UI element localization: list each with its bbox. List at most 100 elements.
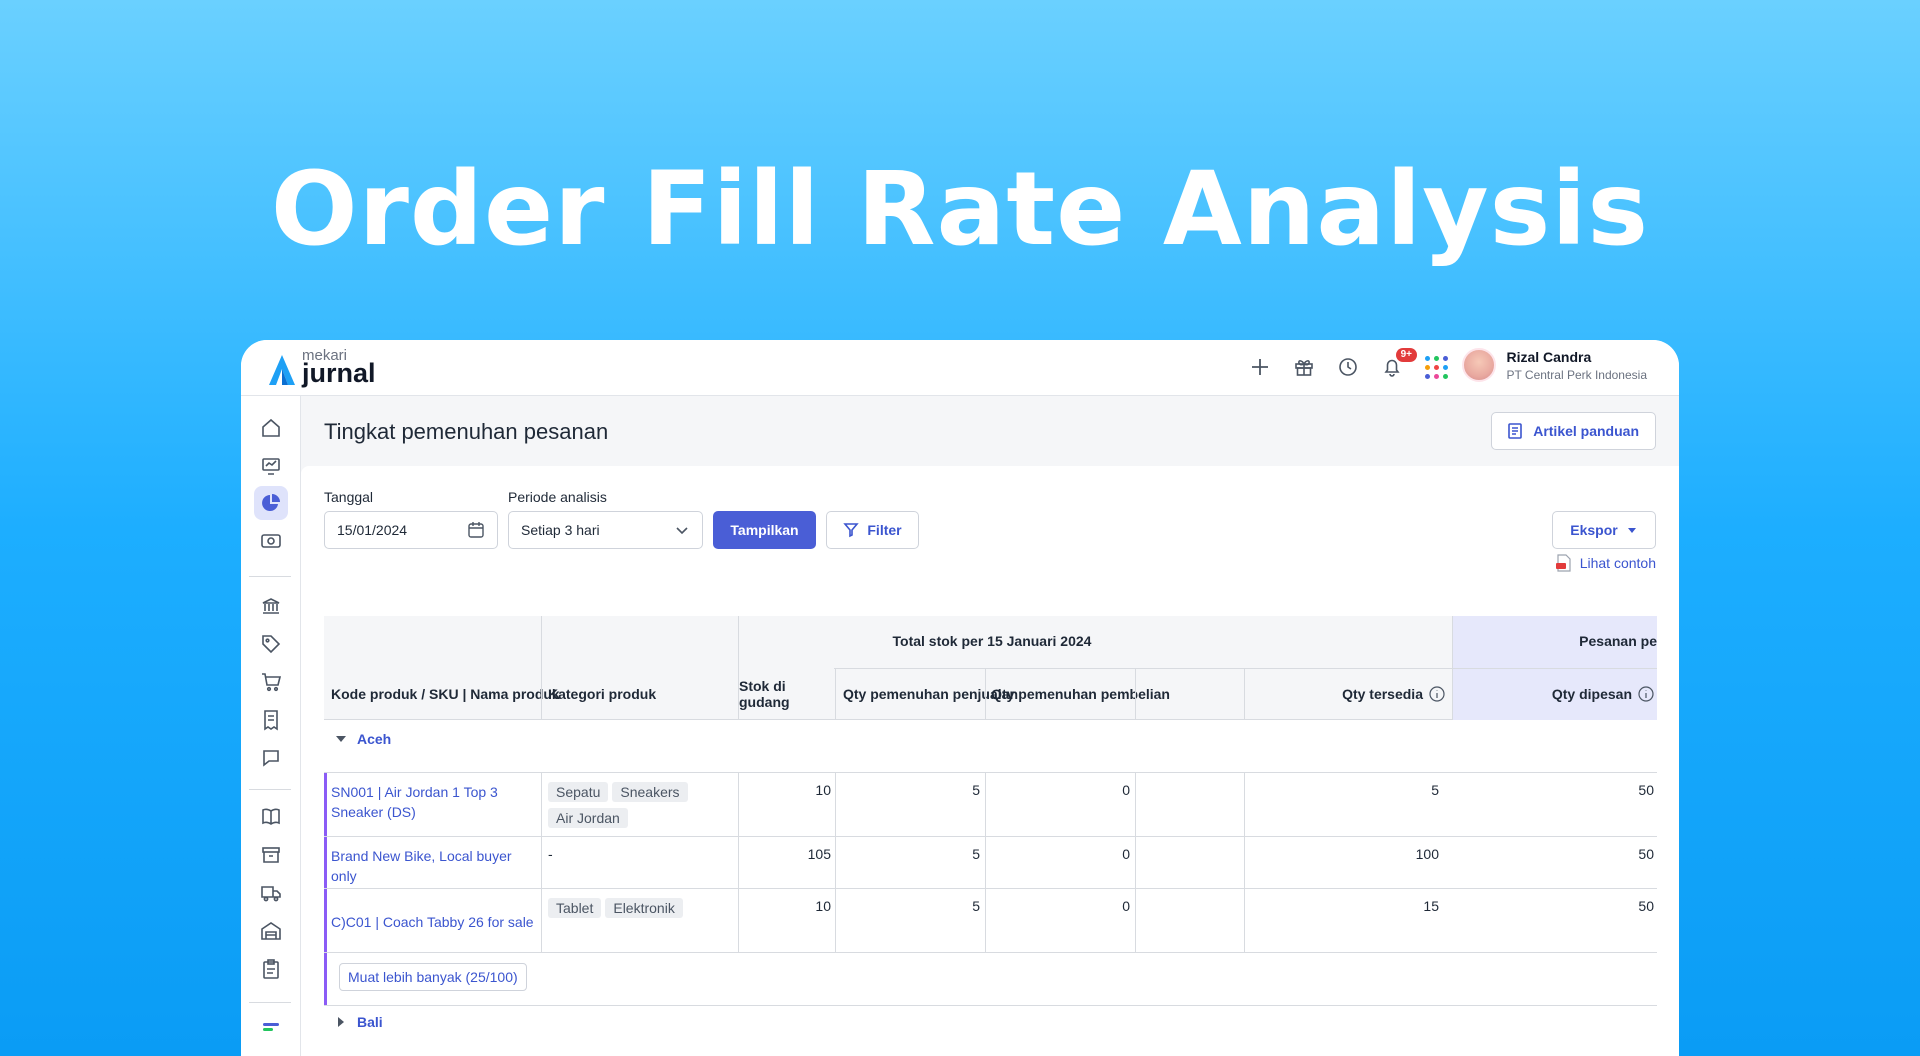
fill-rate-table: Kode produk / SKU | Nama produk Kategori… bbox=[324, 616, 1657, 1056]
group-accent-bar bbox=[324, 773, 327, 1006]
stock-value: 10 bbox=[815, 782, 831, 798]
group-name: Aceh bbox=[357, 731, 392, 747]
product-link[interactable]: SN001 | Air Jordan 1 Top 3 Sneaker (DS) bbox=[331, 782, 536, 822]
archive-icon[interactable] bbox=[254, 838, 288, 872]
chat-icon[interactable] bbox=[254, 741, 288, 775]
col-purchase-fill[interactable]: Qty pemenuhan pembelian bbox=[989, 682, 1170, 706]
stock-value: 10 bbox=[815, 898, 831, 914]
category-tag: Sneakers bbox=[612, 782, 688, 802]
purchase-fill-value: 0 bbox=[1122, 898, 1130, 914]
content-area: Tingkat pemenuhan pesanan Artikel pandua… bbox=[301, 396, 1679, 1056]
stock-group-header: Total stok per 15 Januari 2024 bbox=[892, 633, 1092, 649]
gift-icon[interactable] bbox=[1291, 354, 1317, 380]
category-tag: Air Jordan bbox=[548, 808, 628, 828]
category-tags: Tablet Elektronik bbox=[548, 898, 733, 924]
load-more-button[interactable]: Muat lebih banyak (25/100) bbox=[339, 963, 527, 991]
category-text: - bbox=[548, 846, 553, 862]
col-ordered-label: Qty dipesan bbox=[1551, 686, 1632, 702]
col-stock[interactable]: Stok di gudang bbox=[739, 678, 835, 710]
filter-button-label: Filter bbox=[867, 522, 902, 538]
example-link[interactable]: Lihat contoh bbox=[1555, 554, 1656, 572]
user-company: PT Central Perk Indonesia bbox=[1506, 367, 1647, 382]
filter-button[interactable]: Filter bbox=[826, 511, 919, 549]
ordered-value: 50 bbox=[1638, 782, 1654, 798]
avatar bbox=[1462, 348, 1497, 382]
guide-button-label: Artikel panduan bbox=[1533, 423, 1639, 439]
product-link[interactable]: C)C01 | Coach Tabby 26 for sale bbox=[331, 912, 536, 932]
export-button-label: Ekspor bbox=[1570, 522, 1618, 538]
purchase-fill-value: 0 bbox=[1122, 846, 1130, 862]
document-icon bbox=[1508, 423, 1523, 439]
group-toggle-aceh[interactable]: Aceh bbox=[335, 731, 391, 747]
caret-right-icon bbox=[338, 1017, 344, 1027]
period-label: Periode analisis bbox=[508, 489, 607, 505]
bell-icon[interactable]: 9+ bbox=[1379, 348, 1417, 380]
sales-fill-value: 5 bbox=[972, 898, 980, 914]
example-link-label: Lihat contoh bbox=[1579, 555, 1656, 571]
page-title: Tingkat pemenuhan pesanan bbox=[324, 419, 609, 444]
col-product[interactable]: Kode produk / SKU | Nama produk bbox=[331, 682, 560, 706]
period-select[interactable]: Setiap 3 hari bbox=[508, 511, 703, 549]
product-link[interactable]: Brand New Bike, Local buyer only bbox=[331, 846, 536, 886]
cash-icon[interactable] bbox=[254, 524, 288, 558]
logo-icon bbox=[269, 355, 295, 385]
purchase-fill-value: 0 bbox=[1122, 782, 1130, 798]
clock-icon[interactable] bbox=[1335, 354, 1361, 380]
group-toggle-bali[interactable]: Bali bbox=[335, 1014, 383, 1030]
tag-icon[interactable] bbox=[254, 627, 288, 661]
info-icon[interactable] bbox=[1638, 686, 1654, 702]
guide-article-button[interactable]: Artikel panduan bbox=[1491, 412, 1656, 450]
caret-down-icon bbox=[336, 736, 346, 742]
user-name: Rizal Candra bbox=[1506, 348, 1592, 365]
top-bar: mekari jurnal 9+ Rizal Candra PT Central… bbox=[241, 340, 1679, 396]
truck-icon[interactable] bbox=[254, 876, 288, 910]
report-panel: Tanggal 15/01/2024 Periode analisis Seti… bbox=[301, 466, 1679, 1056]
category-tag: Elektronik bbox=[605, 898, 683, 918]
notification-badge: 9+ bbox=[1395, 348, 1417, 362]
available-value: 100 bbox=[1415, 846, 1439, 862]
receipt-icon[interactable] bbox=[254, 703, 288, 737]
home-icon[interactable] bbox=[254, 411, 288, 445]
col-available[interactable]: Qty tersedia bbox=[1173, 682, 1445, 706]
col-available-label: Qty tersedia bbox=[1342, 686, 1423, 702]
available-value: 5 bbox=[1431, 782, 1439, 798]
logo-big-text: jurnal bbox=[302, 358, 376, 388]
bank-icon[interactable] bbox=[254, 589, 288, 623]
info-icon[interactable] bbox=[1429, 686, 1445, 702]
dashboard-icon[interactable] bbox=[254, 449, 288, 483]
col-ordered[interactable]: Qty dipesan bbox=[1452, 682, 1654, 706]
category-tag: Tablet bbox=[548, 898, 602, 918]
date-value: 15/01/2024 bbox=[337, 522, 408, 538]
date-label: Tanggal bbox=[324, 489, 374, 505]
logo[interactable]: mekari jurnal bbox=[267, 348, 376, 387]
col-category[interactable]: Kategori produk bbox=[548, 682, 656, 706]
apps-grid-icon[interactable] bbox=[1423, 354, 1449, 380]
cart-icon[interactable] bbox=[254, 665, 288, 699]
app-window: mekari jurnal 9+ Rizal Candra PT Central… bbox=[241, 340, 1679, 1056]
date-field[interactable]: 15/01/2024 bbox=[324, 511, 498, 549]
period-value: Setiap 3 hari bbox=[521, 522, 600, 538]
pdf-icon bbox=[1555, 554, 1571, 572]
book-icon[interactable] bbox=[254, 800, 288, 834]
category-tags: Sepatu Sneakers Air Jordan bbox=[548, 782, 733, 834]
ordered-value: 50 bbox=[1638, 898, 1654, 914]
sales-fill-value: 5 bbox=[972, 846, 980, 862]
chevron-down-icon bbox=[676, 527, 688, 535]
plus-icon[interactable] bbox=[1247, 354, 1273, 380]
report-pie-icon[interactable] bbox=[254, 486, 288, 520]
show-button[interactable]: Tampilkan bbox=[713, 511, 816, 549]
caret-down-icon bbox=[1627, 528, 1636, 533]
calendar-icon bbox=[468, 522, 484, 538]
user-menu[interactable]: Rizal Candra PT Central Perk Indonesia bbox=[1462, 348, 1647, 382]
export-button[interactable]: Ekspor bbox=[1552, 511, 1656, 549]
hero-title: Order Fill Rate Analysis bbox=[270, 150, 1650, 269]
group-name: Bali bbox=[357, 1014, 383, 1030]
stock-value: 105 bbox=[807, 846, 831, 862]
warehouse-icon[interactable] bbox=[254, 914, 288, 948]
sales-fill-value: 5 bbox=[972, 782, 980, 798]
more-icon[interactable] bbox=[254, 1014, 288, 1048]
ordered-value: 50 bbox=[1638, 846, 1654, 862]
orders-group-header: Pesanan pe bbox=[1579, 633, 1657, 649]
category-tag: Sepatu bbox=[548, 782, 609, 802]
clipboard-icon[interactable] bbox=[254, 952, 288, 986]
